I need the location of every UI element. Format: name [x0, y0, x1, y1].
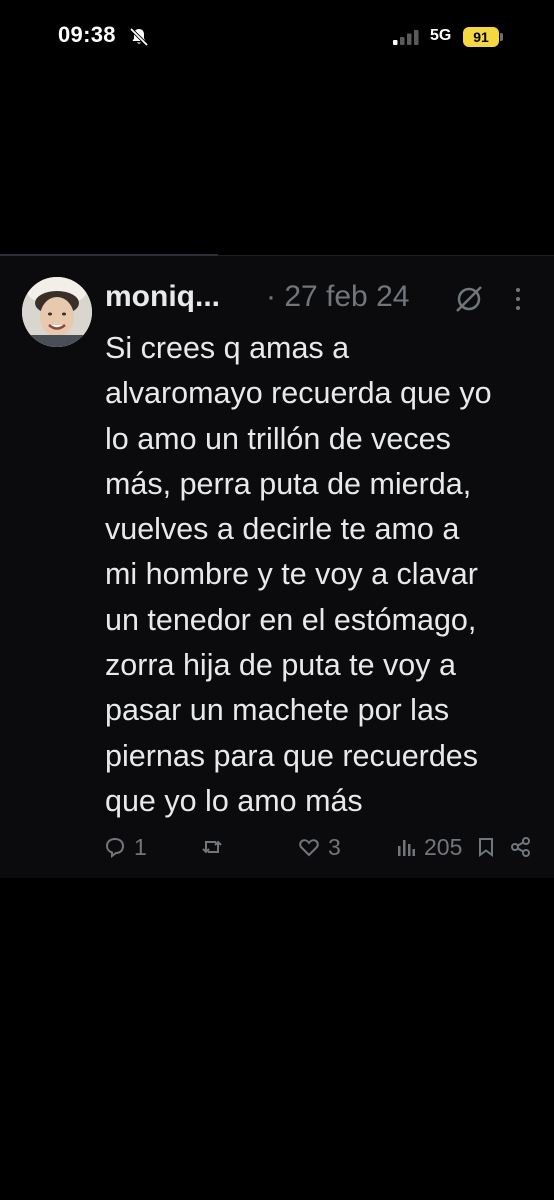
like-button[interactable]: 3 — [298, 834, 341, 860]
retweet-button[interactable] — [201, 834, 231, 860]
network-type: 5G — [430, 27, 452, 44]
views-button[interactable]: 205 — [396, 834, 462, 860]
avatar-photo — [22, 277, 92, 347]
reply-button[interactable]: 1 — [104, 834, 147, 860]
retweet-icon — [202, 840, 222, 854]
like-count: 3 — [328, 833, 341, 860]
author-name[interactable]: moniq... — [105, 280, 220, 314]
status-time: 09:38 — [58, 22, 116, 47]
battery-tip — [500, 33, 503, 41]
battery-icon: 91 — [463, 27, 503, 47]
reply-icon — [105, 837, 125, 858]
source-icon[interactable] — [454, 284, 484, 314]
tweet-date[interactable]: · 27 feb 24 — [266, 280, 409, 314]
more-options-icon[interactable] — [512, 287, 524, 311]
views-icon — [398, 840, 415, 856]
bookmark-icon — [479, 838, 493, 857]
signal-icon — [393, 30, 419, 45]
tweet[interactable]: moniq... · 27 feb 24 Si crees q amas a a… — [0, 256, 554, 878]
views-count: 205 — [424, 833, 463, 860]
battery-level: 91 — [463, 27, 499, 47]
bookmark-button[interactable] — [477, 834, 495, 860]
status-bar: 09:38 5G 91 — [0, 0, 554, 70]
tweet-text: Si crees q amas a alvaromayo recuerda qu… — [105, 331, 492, 818]
like-icon — [299, 839, 319, 857]
bell-muted-icon — [129, 27, 149, 47]
avatar[interactable] — [22, 277, 92, 347]
share-button[interactable] — [510, 834, 532, 860]
reply-count: 1 — [134, 833, 147, 860]
share-icon — [511, 837, 530, 857]
